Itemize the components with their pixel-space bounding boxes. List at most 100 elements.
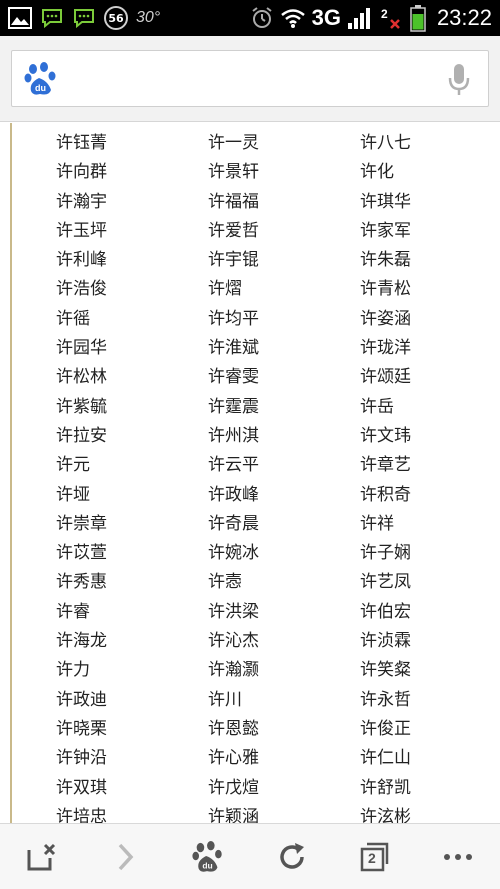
name-item: 许政迪: [56, 689, 107, 710]
alarm-icon: [250, 6, 274, 30]
temperature-text: 30°: [136, 9, 161, 26]
name-item: 许川: [208, 689, 242, 710]
name-item: 许霆震: [208, 396, 259, 417]
status-right: 3G 2 23:22: [250, 4, 492, 32]
microphone-icon[interactable]: [448, 63, 470, 101]
name-item: 许景轩: [208, 162, 259, 183]
gallery-icon: [8, 7, 32, 29]
signal-icon: [347, 6, 373, 30]
name-item: 许均平: [208, 308, 259, 329]
name-item: 许家军: [360, 220, 411, 241]
name-item: 许垭: [56, 484, 90, 505]
sim-marker: 2: [381, 7, 388, 21]
clock: 23:22: [436, 5, 492, 30]
notification-badge: 56: [104, 6, 128, 30]
name-item: 许徭: [56, 308, 90, 329]
search-input[interactable]: [68, 61, 428, 97]
name-item: 许宇锟: [208, 250, 259, 271]
close-page-button[interactable]: [12, 829, 72, 885]
name-item: 许俊正: [360, 718, 411, 739]
name-item: 许紫毓: [56, 396, 107, 417]
name-item: 许子娴: [360, 543, 411, 564]
names-list: 许钰菁 许一灵 许八七 许向群 许景轩 许化 许瀚宇 许福福 许琪华 许玉坪 许爱哲 许家军 许利峰 许宇…: [56, 129, 496, 823]
name-item: 许琪华: [360, 191, 411, 212]
name-item: 许珑洋: [360, 338, 411, 359]
name-item: 许钟沿: [56, 748, 107, 769]
name-item: 许向群: [56, 162, 107, 183]
name-item: 许瀚宇: [56, 191, 107, 212]
name-item: 许淮斌: [208, 338, 259, 359]
more-dots-icon: [444, 853, 473, 860]
name-item: 许戊煊: [208, 777, 259, 798]
sim2-signal-icon: 2: [379, 6, 403, 30]
name-item: 许政峰: [208, 484, 259, 505]
name-item: 许爱哲: [208, 220, 259, 241]
wifi-icon: [280, 7, 306, 29]
name-item: 许积奇: [360, 484, 411, 505]
name-item: 许化: [360, 162, 394, 183]
name-item: 许园华: [56, 338, 107, 359]
name-item: 许熠: [208, 279, 242, 300]
name-item: 许晓栗: [56, 718, 107, 739]
name-item: 许培忠: [56, 806, 107, 823]
name-item: 许秀惠: [56, 572, 107, 593]
name-item: 许姿涵: [360, 308, 411, 329]
name-item: 许睿雯: [208, 367, 259, 388]
name-item: 许浩俊: [56, 279, 107, 300]
home-button[interactable]: du: [178, 829, 238, 885]
name-item: 许青松: [360, 279, 411, 300]
tabs-button[interactable]: 2: [345, 829, 405, 885]
name-item: 许颖涵: [208, 806, 259, 823]
name-item: 许悫: [208, 572, 242, 593]
forward-button[interactable]: [95, 829, 155, 885]
name-item: 许洪梁: [208, 601, 259, 622]
name-item: 许利峰: [56, 250, 107, 271]
name-item: 许岳: [360, 396, 394, 417]
name-item: 许松林: [56, 367, 107, 388]
message-icon: [40, 7, 64, 29]
name-item: 许云平: [208, 455, 259, 476]
name-item: 许玉坪: [56, 220, 107, 241]
refresh-button[interactable]: [262, 829, 322, 885]
name-item: 许力: [56, 660, 90, 681]
name-item: 许苡萱: [56, 543, 107, 564]
name-item: 许州淇: [208, 425, 259, 446]
baidu-paw-icon: du: [192, 840, 223, 872]
refresh-icon: [279, 842, 304, 869]
chevron-right-icon: [118, 843, 134, 870]
name-item: 许福福: [208, 191, 259, 212]
name-item: 许瀚灏: [208, 660, 259, 681]
name-item: 许伯宏: [360, 601, 411, 622]
name-item: 许拉安: [56, 425, 107, 446]
name-item: 许婉冰: [208, 543, 259, 564]
name-item: 许元: [56, 455, 90, 476]
name-item: 许心雅: [208, 748, 259, 769]
bottom-toolbar: du 2: [0, 823, 500, 889]
name-item: 许浈霖: [360, 631, 411, 652]
left-divider: [10, 123, 12, 823]
status-bar: 56 30° 3G 2 23:22: [0, 0, 500, 36]
baidu-paw-icon[interactable]: du: [24, 61, 58, 101]
name-item: 许海龙: [56, 631, 107, 652]
page-content[interactable]: 许钰菁 许一灵 许八七 许向群 许景轩 许化 许瀚宇 许福福 许琪华 许玉坪 许爱哲 许家军 许利峰 许宇…: [0, 123, 500, 823]
name-item: 许沁杰: [208, 631, 259, 652]
name-item: 许章艺: [360, 455, 411, 476]
name-item: 许八七: [360, 133, 411, 153]
name-item: 许笑粲: [360, 660, 411, 681]
name-item: 许仁山: [360, 748, 411, 769]
menu-button[interactable]: [428, 829, 488, 885]
name-item: 许奇晨: [208, 513, 259, 534]
battery-icon: [409, 4, 427, 32]
name-item: 许艺凤: [360, 572, 411, 593]
network-type: 3G: [311, 5, 341, 30]
name-item: 许泫彬: [360, 806, 411, 823]
name-item: 许睿: [56, 601, 90, 622]
name-item: 许祥: [360, 513, 394, 534]
name-item: 许崇章: [56, 513, 107, 534]
close-window-icon: [27, 843, 55, 870]
name-item: 许舒凯: [360, 777, 411, 798]
status-left: 56 30°: [8, 6, 250, 30]
name-item: 许钰菁: [56, 133, 107, 153]
search-box[interactable]: du: [11, 50, 489, 107]
message-icon-2: [72, 7, 96, 29]
